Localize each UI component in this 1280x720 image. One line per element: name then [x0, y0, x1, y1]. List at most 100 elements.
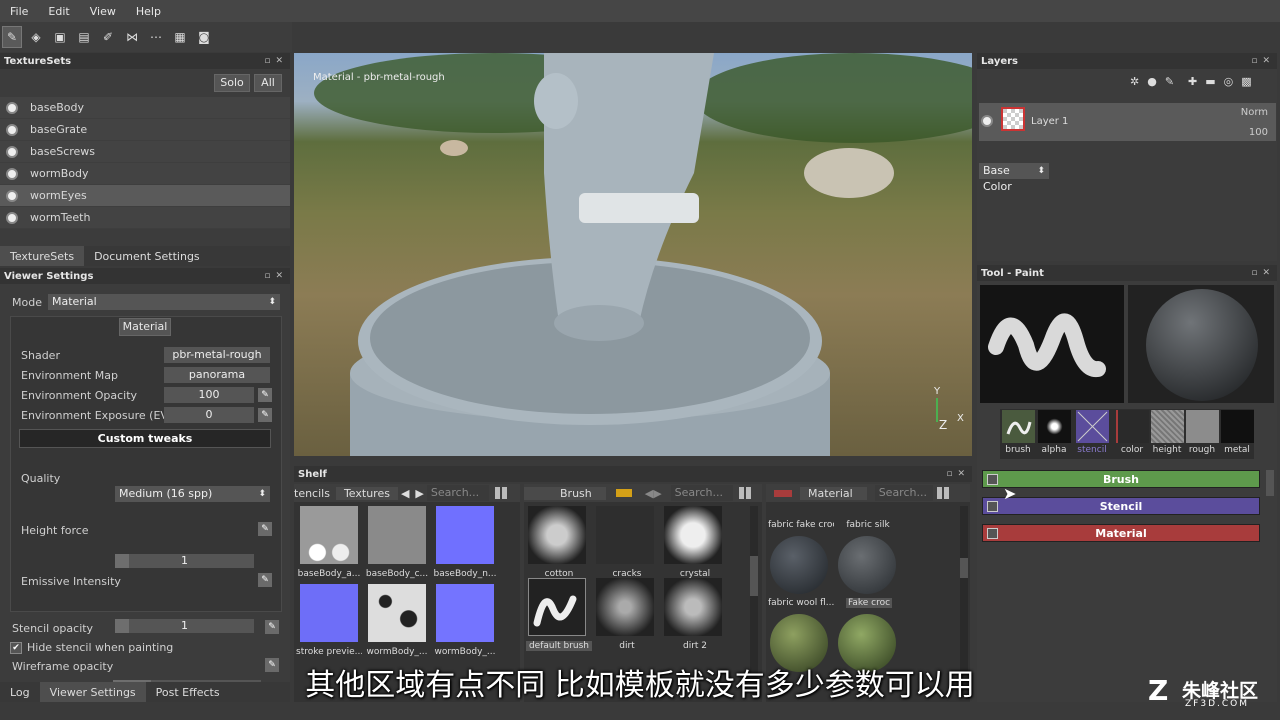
- texture-thumb[interactable]: [368, 506, 426, 564]
- menu-help[interactable]: Help: [126, 5, 171, 18]
- stencil-channel-icon[interactable]: [1076, 410, 1109, 443]
- all-button[interactable]: All: [254, 74, 282, 92]
- brush-section-checkbox[interactable]: [987, 474, 998, 485]
- envmap-field[interactable]: panorama: [164, 367, 270, 383]
- texture-thumb[interactable]: [436, 584, 494, 642]
- material-button[interactable]: Material: [119, 318, 171, 336]
- texture-thumb[interactable]: [436, 506, 494, 564]
- brush-section-band[interactable]: Brush: [982, 470, 1260, 488]
- mask-icon[interactable]: ●: [1147, 75, 1157, 88]
- panel-controls-icon[interactable]: ▫✕: [1251, 56, 1277, 66]
- alpha-channel-icon[interactable]: [1038, 410, 1071, 443]
- panel-controls-icon[interactable]: ▫✕: [1251, 268, 1277, 278]
- material-thumb[interactable]: [838, 536, 896, 594]
- symmetry-icon[interactable]: ⋈: [122, 26, 142, 48]
- panel-controls-icon[interactable]: ▫✕: [264, 271, 290, 281]
- folder-icon[interactable]: ▬: [1205, 75, 1215, 88]
- visibility-icon[interactable]: [6, 167, 18, 180]
- prev-arrow-icon[interactable]: ◀: [398, 487, 412, 500]
- edit-pen-icon[interactable]: ✎: [258, 573, 272, 587]
- edit-icon[interactable]: ✎: [1165, 75, 1174, 88]
- view-3d-icon[interactable]: ▦: [170, 26, 190, 48]
- textureset-item[interactable]: wormBody: [0, 163, 290, 185]
- eraser-icon[interactable]: ◈: [26, 26, 46, 48]
- material-section-checkbox[interactable]: [987, 528, 998, 539]
- textureset-item[interactable]: wormTeeth: [0, 207, 290, 229]
- edit-pen-icon[interactable]: ✎: [258, 522, 272, 536]
- brush-thumb[interactable]: [664, 578, 722, 636]
- edit-pen-icon[interactable]: ✎: [265, 620, 279, 634]
- visibility-icon[interactable]: [6, 123, 18, 136]
- brush-thumb[interactable]: [596, 578, 654, 636]
- mode-select[interactable]: Material: [48, 294, 280, 310]
- grid-view-icon[interactable]: [936, 487, 949, 499]
- edit-pen-icon[interactable]: ✎: [258, 388, 272, 402]
- mirror-icon[interactable]: ⋯: [146, 26, 166, 48]
- textureset-item[interactable]: baseGrate: [0, 119, 290, 141]
- solo-button[interactable]: Solo: [214, 74, 250, 92]
- shader-field[interactable]: pbr-metal-rough: [164, 347, 270, 363]
- height-channel-icon[interactable]: [1151, 410, 1184, 443]
- prev-arrow-icon[interactable]: ◀▶: [642, 487, 665, 500]
- stencil-section-checkbox[interactable]: [987, 501, 998, 512]
- env-opacity-field[interactable]: 100: [164, 387, 254, 403]
- visibility-icon[interactable]: [6, 145, 18, 158]
- brush-search-input[interactable]: Search...: [670, 485, 733, 501]
- custom-tweaks-header[interactable]: Custom tweaks: [19, 429, 271, 448]
- tab-material[interactable]: Material: [800, 486, 867, 500]
- metal-channel-icon[interactable]: [1221, 410, 1254, 443]
- camera-icon[interactable]: ◙: [194, 26, 214, 48]
- texture-thumb[interactable]: [300, 506, 358, 564]
- layer-blend-mode[interactable]: Norm: [1241, 107, 1268, 118]
- effects-icon[interactable]: ✲: [1130, 75, 1139, 88]
- quality-select[interactable]: Medium (16 spp): [115, 486, 270, 502]
- fill-icon[interactable]: ▤: [74, 26, 94, 48]
- layer-visibility-icon[interactable]: [981, 115, 993, 127]
- delete-icon[interactable]: ▩: [1241, 75, 1251, 88]
- menu-file[interactable]: File: [0, 5, 38, 18]
- menu-edit[interactable]: Edit: [38, 5, 79, 18]
- textureset-item[interactable]: baseBody: [0, 97, 290, 119]
- material-thumb[interactable]: [770, 536, 828, 594]
- textureset-item[interactable]: baseScrews: [0, 141, 290, 163]
- projection-icon[interactable]: ▣: [50, 26, 70, 48]
- duplicate-icon[interactable]: ◎: [1224, 75, 1234, 88]
- textures-search-input[interactable]: Search...: [426, 485, 489, 501]
- texture-thumb[interactable]: [300, 584, 358, 642]
- channel-select[interactable]: Base Color: [979, 163, 1049, 193]
- tab-brush[interactable]: Brush: [524, 486, 606, 500]
- brush-thumb[interactable]: [664, 506, 722, 564]
- tab-texturesets[interactable]: TextureSets: [0, 246, 85, 266]
- visibility-icon[interactable]: [6, 211, 18, 224]
- next-arrow-icon[interactable]: ▶: [412, 487, 426, 500]
- paint-brush-icon[interactable]: ✎: [2, 26, 22, 48]
- tool-scrollbar[interactable]: [1266, 470, 1274, 496]
- textureset-item-selected[interactable]: wormEyes: [0, 185, 290, 207]
- brush-channel-icon[interactable]: [1002, 410, 1035, 443]
- edit-pen-icon[interactable]: ✎: [258, 408, 272, 422]
- rough-channel-icon[interactable]: [1186, 410, 1219, 443]
- menu-view[interactable]: View: [80, 5, 126, 18]
- tab-textures[interactable]: Textures: [335, 486, 398, 500]
- panel-controls-icon[interactable]: ▫✕: [264, 56, 290, 66]
- hide-stencil-checkbox[interactable]: ✔: [10, 641, 22, 654]
- brush-thumb[interactable]: [596, 506, 654, 564]
- texture-thumb[interactable]: [368, 584, 426, 642]
- visibility-icon[interactable]: [6, 189, 18, 202]
- viewport-3d[interactable]: Material - pbr-metal-rough Y X Z: [294, 53, 972, 456]
- env-exposure-field[interactable]: 0: [164, 407, 254, 423]
- brush-thumb-selected[interactable]: [528, 578, 586, 636]
- tab-document-settings[interactable]: Document Settings: [84, 246, 210, 266]
- material-section-band[interactable]: Material: [982, 524, 1260, 542]
- grid-view-icon[interactable]: [494, 487, 507, 499]
- grid-view-icon[interactable]: [738, 487, 751, 499]
- panel-controls-icon[interactable]: ▫✕: [946, 469, 972, 479]
- add-layer-icon[interactable]: ✚: [1188, 75, 1197, 88]
- tab-stencils[interactable]: tencils: [294, 487, 336, 500]
- visibility-icon[interactable]: [6, 101, 18, 114]
- stencil-section-band[interactable]: Stencil: [982, 497, 1260, 515]
- material-search-input[interactable]: Search...: [874, 485, 933, 501]
- picker-icon[interactable]: ✐: [98, 26, 118, 48]
- height-force-slider[interactable]: 1: [115, 554, 254, 568]
- brush-thumb[interactable]: [528, 506, 586, 564]
